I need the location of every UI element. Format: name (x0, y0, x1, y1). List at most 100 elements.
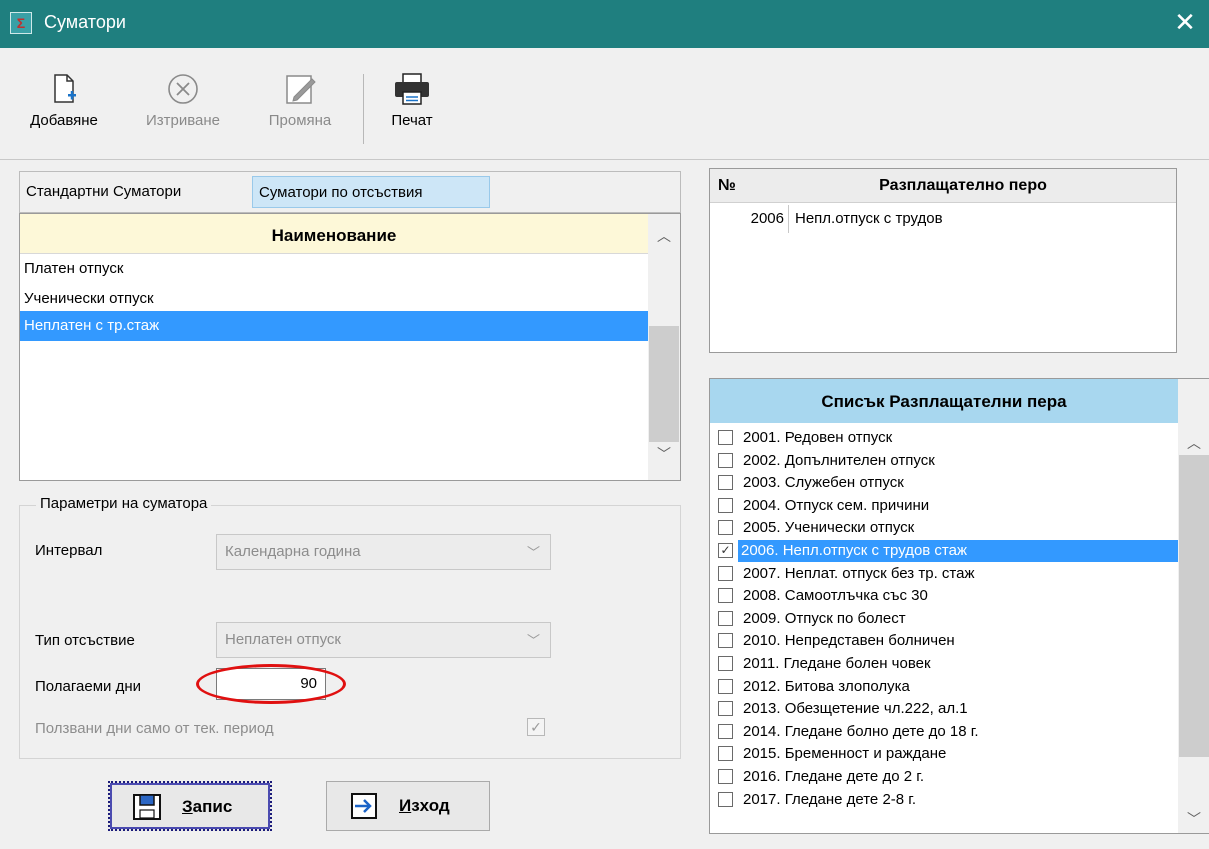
summator-params-group: Параметри на суматора Интервал Календарн… (19, 495, 681, 759)
summators-list: Наименование Платен отпуск Ученически от… (19, 213, 681, 481)
checklist-item[interactable]: 2010. Непредставен болничен (710, 630, 1178, 653)
checkbox[interactable] (718, 475, 733, 491)
checkbox[interactable] (718, 610, 733, 626)
scroll-down-icon[interactable]: ﹀ (648, 442, 680, 466)
checklist-item[interactable]: 2012. Битова злополука (710, 676, 1178, 699)
pencil-icon (286, 75, 316, 104)
table-cell-number[interactable]: 2006 (710, 205, 784, 233)
used-days-label: Ползвани дни само от тек. период (35, 720, 274, 737)
checklist-item[interactable]: 2005. Ученически отпуск (710, 517, 1178, 540)
payroll-list-scrollbar[interactable]: ︿ ﹀ (1178, 379, 1209, 833)
checklist-item-label: 2015. Бременност и раждане (743, 745, 947, 763)
used-days-checkbox[interactable]: ✓ (527, 718, 545, 736)
delete-label: Изтриване (145, 112, 221, 129)
list-item[interactable]: Ученически отпуск (20, 284, 648, 314)
checkbox[interactable] (718, 769, 733, 784)
add-label: Добавяне (30, 112, 98, 129)
checklist-item-label: 2009. Отпуск по болест (743, 609, 906, 627)
checklist-item-label: 2013. Обезщетение чл.222, ал.1 (743, 700, 968, 718)
checkbox[interactable] (718, 497, 733, 513)
summator-tabs: Стандартни Суматори Суматори по отсъстви… (19, 171, 681, 213)
checkbox[interactable] (718, 723, 733, 739)
close-icon[interactable]: ✕ (1161, 0, 1209, 48)
checklist-item[interactable]: 2013. Обезщетение чл.222, ал.1 (710, 698, 1178, 721)
print-button[interactable]: Печат (372, 72, 452, 144)
toolbar: Добавяне Изтриване Промяна Печат (0, 48, 1209, 160)
tab-absence-summators[interactable]: Суматори по отсъствия (252, 176, 490, 208)
checklist-item[interactable]: 2011. Гледане болен човек (710, 653, 1178, 676)
checklist-item[interactable]: 2009. Отпуск по болест (710, 608, 1178, 631)
exit-button[interactable]: Изход (326, 781, 490, 831)
annotation-ellipse (196, 664, 346, 704)
delete-button[interactable]: Изтриване (126, 72, 240, 144)
checkbox[interactable] (718, 520, 733, 536)
checklist-item[interactable]: 2008. Самоотлъчка със 30 (710, 585, 1178, 608)
scroll-up-icon[interactable]: ︿ (1178, 431, 1209, 455)
edit-label: Промяна (268, 112, 332, 129)
sigma-icon: Σ (10, 12, 32, 34)
chevron-down-icon: ﹀ (526, 545, 540, 560)
save-label: Запис (182, 797, 232, 817)
save-hotkey: З (182, 797, 193, 816)
edit-button[interactable]: Промяна (250, 72, 350, 144)
payroll-list-header: Списък Разплащателни пера (710, 379, 1178, 423)
list-item[interactable]: Платен отпуск (20, 254, 648, 284)
interval-value: Календарна година (225, 543, 361, 560)
checklist-item-label: 2016. Гледане дете до 2 г. (743, 768, 925, 785)
checkbox[interactable] (718, 588, 733, 604)
absence-type-label: Тип отсъствие (35, 632, 135, 649)
name-column-header: Наименование (20, 214, 648, 254)
payroll-item-table: № Разплащателно перо 2006 Непл.отпуск с … (709, 168, 1177, 353)
checklist-item[interactable]: 2004. Отпуск сем. причини (710, 495, 1178, 518)
checklist-item[interactable]: 2002. Допълнителен отпуск (710, 450, 1178, 473)
checklist-item[interactable]: ✓ 2006. Непл.отпуск с трудов стаж (710, 540, 1178, 563)
summators-scrollbar[interactable]: ︿ ﹀ (648, 214, 680, 480)
checkbox[interactable] (718, 430, 733, 445)
scroll-down-icon[interactable]: ﹀ (1178, 807, 1209, 831)
interval-select[interactable]: Календарна година ﹀ (216, 534, 551, 570)
scroll-up-icon[interactable]: ︿ (648, 224, 680, 248)
checklist-item[interactable]: 2007. Неплат. отпуск без тр. стаж (710, 563, 1178, 586)
printer-icon (395, 73, 429, 105)
payroll-items-list: Списък Разплащателни пера 2001. Редовен … (709, 378, 1209, 834)
checkbox[interactable] (718, 701, 733, 717)
scroll-thumb[interactable] (649, 326, 679, 442)
checklist-item-label: 2008. Самоотлъчка със 30 (743, 587, 928, 605)
absence-type-select[interactable]: Неплатен отпуск ﹀ (216, 622, 551, 658)
checkbox[interactable] (718, 791, 733, 807)
checklist-item[interactable]: 2015. Бременност и раждане (710, 743, 1178, 766)
new-document-icon (54, 74, 76, 103)
checkbox-checked[interactable]: ✓ (718, 543, 733, 558)
checkbox[interactable] (718, 678, 733, 694)
checkbox[interactable] (718, 633, 733, 649)
save-button[interactable]: Запис (108, 781, 272, 831)
checkbox[interactable] (718, 656, 733, 671)
tab-standard-summators[interactable]: Стандартни Суматори (20, 176, 245, 208)
checklist-item-label: 2011. Гледане болен човек (743, 655, 931, 672)
checklist-item[interactable]: 2003. Служебен отпуск (710, 472, 1178, 495)
checkbox[interactable] (718, 746, 733, 762)
absence-type-value: Неплатен отпуск (225, 631, 341, 648)
checklist-item-label: 2017. Гледане дете 2-8 г. (743, 790, 917, 808)
add-button[interactable]: Добавяне (10, 72, 118, 144)
checklist-item-label: 2007. Неплат. отпуск без тр. стаж (743, 564, 975, 582)
save-label-rest: апис (192, 797, 233, 816)
checklist-item-label: 2010. Непредставен болничен (743, 632, 955, 650)
checklist-item[interactable]: 2016. Гледане дете до 2 г. (710, 766, 1178, 789)
days-label: Полагаеми дни (35, 678, 141, 695)
checklist-item-label: 2004. Отпуск сем. причини (743, 496, 930, 514)
checkbox[interactable] (718, 452, 733, 468)
checklist-item[interactable]: 2017. Гледане дете 2-8 г. (710, 789, 1178, 812)
number-column-header: № (710, 169, 750, 203)
chevron-down-icon: ﹀ (526, 633, 540, 648)
checkbox[interactable] (718, 565, 733, 581)
payroll-item-column-header: Разплащателно перо (750, 169, 1176, 203)
scroll-thumb[interactable] (1179, 455, 1209, 757)
table-cell-name[interactable]: Непл.отпуск с трудов (788, 205, 1172, 233)
title-bar: Σ Суматори ✕ (0, 0, 1209, 48)
list-item-selected[interactable]: Неплатен с тр.стаж (20, 311, 648, 341)
checklist-item-label: 2014. Гледане болно дете до 18 г. (743, 722, 979, 740)
toolbar-buttons: Добавяне Изтриване Промяна (10, 72, 363, 144)
checklist-item[interactable]: 2014. Гледане болно дете до 18 г. (710, 721, 1178, 744)
checklist-item[interactable]: 2001. Редовен отпуск (710, 427, 1178, 450)
